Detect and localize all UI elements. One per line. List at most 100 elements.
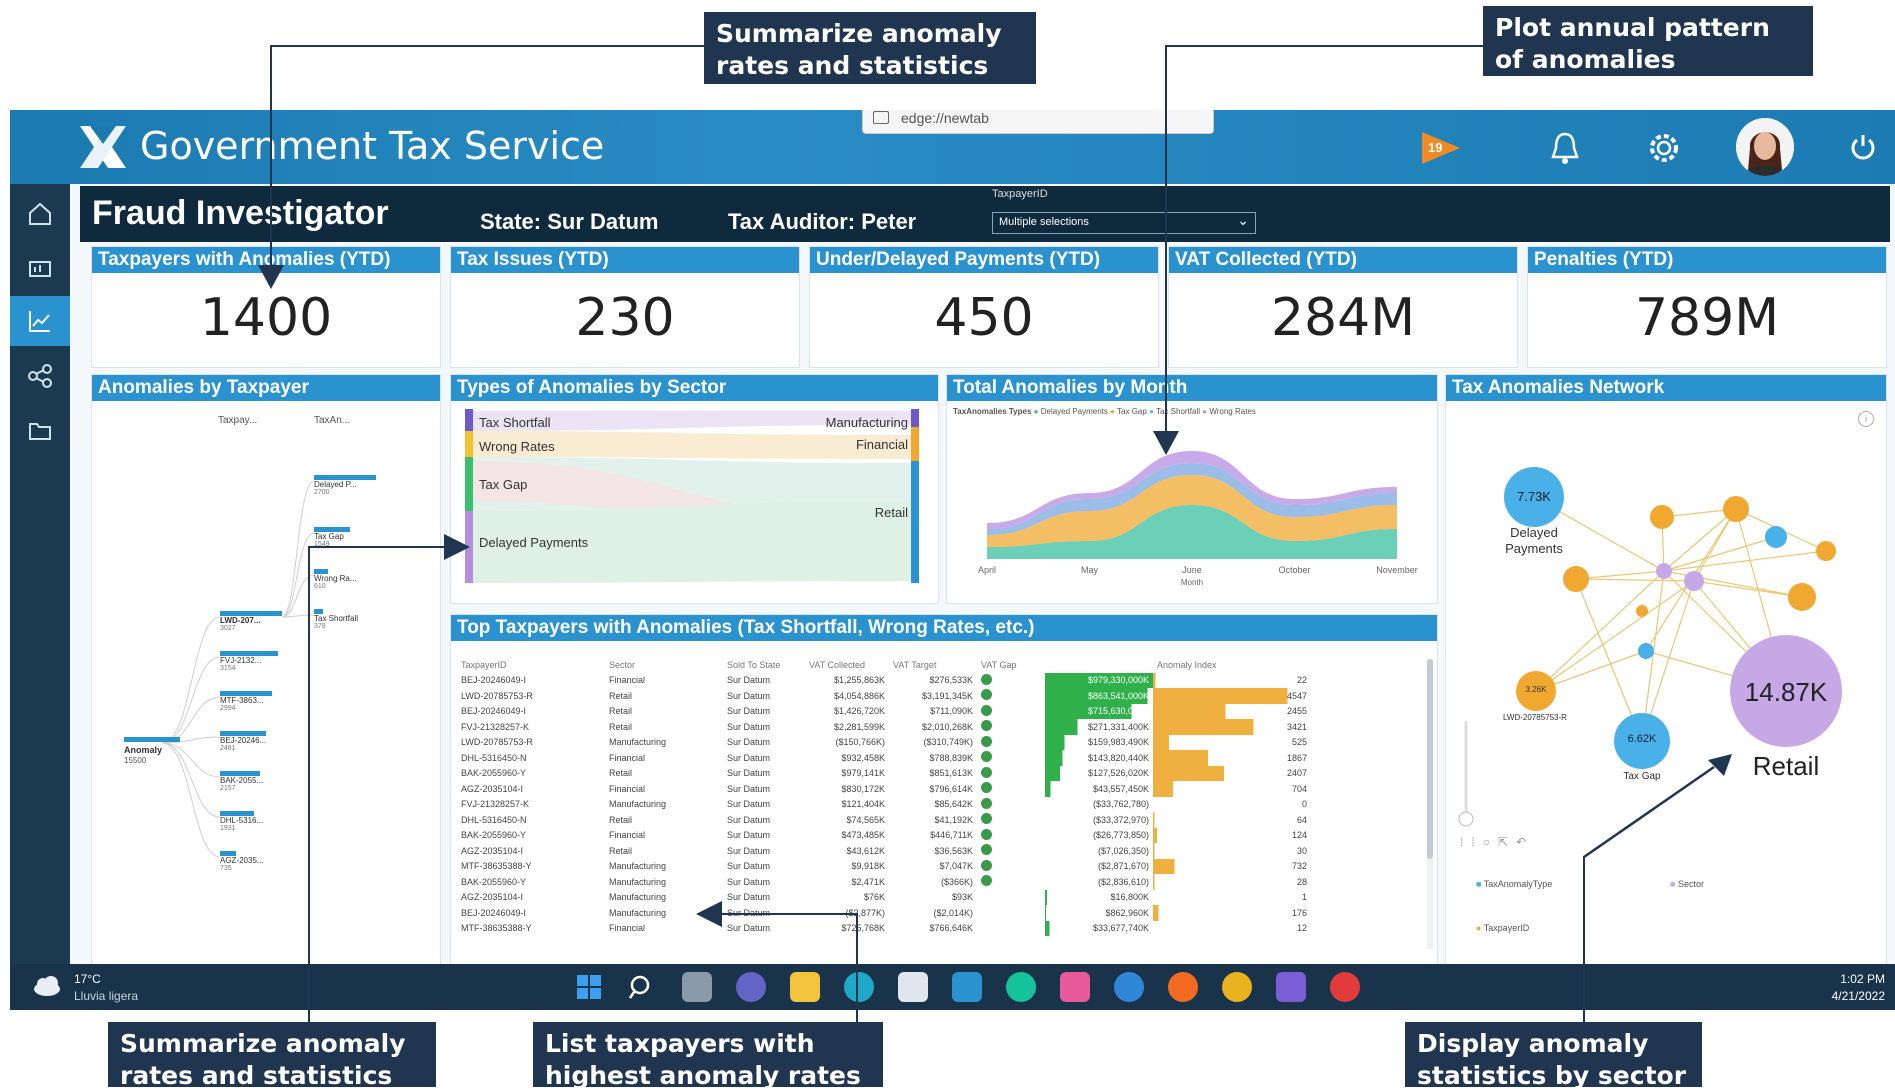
table-cell: $76K [863,892,885,903]
tree-type-node[interactable]: Tax Shortfall 378 [314,609,378,630]
col-header[interactable]: Anomaly Index [1153,657,1311,673]
tree-taxpayer-node[interactable]: LWD-207... 3027 [220,611,282,632]
col-header[interactable]: VAT Target [889,657,977,673]
kpi-tax-issues[interactable]: Tax Issues (YTD) 230 [450,246,800,368]
app-red-icon[interactable] [1330,972,1360,1002]
node-label: MTF-3863... [220,696,264,705]
table-scrollbar[interactable] [1427,659,1433,949]
table-row[interactable]: DHL-5316450-N Retail Sur Datum $74,565K $41,… [457,812,1311,828]
arrow-up-right-icon [1704,752,1734,787]
col-header[interactable]: Sector [605,657,723,673]
table-cell: Sur Datum [727,690,771,701]
x-tick-label: October [1278,565,1310,575]
tree-taxpayer-node[interactable]: BAK-2055... 2157 [220,771,282,792]
table-row[interactable]: AGZ-2035104-I Retail Sur Datum $43,612K $36,… [457,843,1311,859]
tree-type-node[interactable]: Tax Gap 1549 [314,527,378,548]
col-header[interactable] [1045,657,1153,673]
anomaly-index-cell: 2455 [1153,703,1311,719]
table-cell: $2,010,268K [921,721,973,732]
panel-types-by-sector[interactable]: Types of Anomalies by Sector Tax Shortfa… [450,374,939,604]
tree-taxpayer-node[interactable]: AGZ-2035... 735 [220,851,282,872]
report-icon[interactable] [22,250,58,286]
tree-taxpayer-node[interactable]: BEJ-20246... 2481 [220,731,282,752]
home-icon[interactable] [22,196,58,232]
tree-type-node[interactable]: Delayed P... 2700 [314,475,378,496]
table-row[interactable]: FVJ-21328257-K Retail Sur Datum $2,281,599K… [457,719,1311,735]
kpi-vat-collected[interactable]: VAT Collected (YTD) 284M [1168,246,1518,368]
tree-taxpayer-node[interactable]: FVJ-2132... 3154 [220,651,282,672]
teams-chat-icon[interactable] [736,972,766,1002]
table-row[interactable]: BAK-2055960-Y Retail Sur Datum $979,141K $85… [457,765,1311,781]
panel-anomalies-by-taxpayer[interactable]: Anomalies by Taxpayer Taxpay... TaxAn... [91,374,441,966]
table-row[interactable]: MTF-38635388-Y Financial Sur Datum $725,768… [457,920,1311,936]
nav-analytics-active[interactable] [10,296,70,346]
table-row[interactable]: AGZ-2035104-I Manufacturing Sur Datum $76K $… [457,889,1311,905]
col-header[interactable]: VAT Collected [805,657,889,673]
search-icon[interactable] [628,974,654,1000]
table-row[interactable]: LWD-20785753-R Manufacturing Sur Datum ($15… [457,734,1311,751]
panel-tax-anomalies-network[interactable]: Tax Anomalies Network i 7.73K Delayed Pa… [1445,374,1887,966]
tree-taxpayer-node[interactable]: MTF-3863... 2994 [220,691,282,712]
onedrive-icon[interactable] [1114,972,1144,1002]
table-cell: $93K [951,892,973,903]
table-cell: Sur Datum [727,814,771,825]
task-view-icon[interactable] [682,972,712,1002]
area-chart: April May June October November Month [978,451,1418,587]
undo-icon[interactable]: ↶ [1516,835,1534,849]
chrome-icon[interactable] [1222,972,1252,1002]
scrollbar-thumb[interactable] [1427,659,1433,859]
clock-date[interactable]: 4/21/2022 [1832,989,1885,1003]
col-header[interactable]: Sold To State [723,657,805,673]
panel-title: Total Anomalies by Month [947,375,1437,401]
col-header[interactable]: VAT Gap [977,657,1045,673]
firefox-icon[interactable] [1168,972,1198,1002]
table-cell: Manufacturing [609,876,667,887]
edge-icon[interactable] [844,972,874,1002]
avatar[interactable] [1736,118,1794,176]
kpi-under-delayed-payments[interactable]: Under/Delayed Payments (YTD) 450 [809,246,1159,368]
folder-icon[interactable] [22,412,58,448]
table-cell: ($2,014K) [933,907,973,918]
teams-icon[interactable] [1276,972,1306,1002]
tree-taxpayer-node[interactable]: DHL-5316... 1931 [220,811,282,832]
gear-icon[interactable] [1646,130,1682,166]
store-icon[interactable] [898,972,928,1002]
vat-gap-cell: $16,800K [1045,889,1153,905]
table-row[interactable]: AGZ-2035104-I Financial Sur Datum $830,172K… [457,781,1311,797]
table-row[interactable]: BAK-2055960-Y Financial Sur Datum $473,485K… [457,827,1311,843]
col-header[interactable]: TaxpayerID [457,657,605,673]
taxpayer-filter-dropdown[interactable]: Multiple selections ⌄ [992,212,1256,234]
photos-icon[interactable] [1060,972,1090,1002]
node-label: Tax Shortfall [314,614,359,623]
clock-time[interactable]: 1:02 PM [1840,972,1885,986]
start-icon[interactable] [576,974,602,1000]
table-row[interactable]: BEJ-20246049-IManufacturingSur Datum($2,… [457,905,1311,921]
grammarly-icon[interactable] [1006,972,1036,1002]
share-icon[interactable]: ⇱ [1498,835,1516,849]
vat-gap-status-icon [977,735,1045,751]
kpi-penalties[interactable]: Penalties (YTD) 789M [1527,246,1887,368]
bell-icon[interactable] [1548,130,1582,166]
weather-cloud-icon[interactable] [32,976,62,996]
tree-type-node[interactable]: Wrong Ra... 610 [314,569,378,590]
table-row[interactable]: BAK-2055960-Y Manufacturing Sur Datum $2,47… [457,874,1311,890]
kpi-value: 284M [1270,288,1416,348]
file-explorer-icon[interactable] [790,972,820,1002]
power-icon[interactable] [1848,132,1878,162]
browser-url-tab[interactable]: edge://newtab [862,110,1214,134]
panel-top-taxpayers[interactable]: Top Taxpayers with Anomalies (Tax Shortf… [450,614,1438,966]
table-row[interactable]: DHL-5316450-N Financial Sur Datum $932,458K… [457,750,1311,766]
network-icon[interactable] [22,358,58,394]
table-row[interactable]: LWD-20785753-R Retail Sur Datum $4,054,886K… [457,688,1311,704]
table-row[interactable]: BEJ-20246049-I Retail Sur Datum $1,426,720K… [457,703,1311,719]
panel-total-by-month[interactable]: Total Anomalies by Month TaxAnomalies Ty… [946,374,1438,604]
collapse-icon[interactable]: ⁞⁞ [1460,835,1483,849]
notification-flag-icon[interactable]: 19 [1420,128,1464,168]
table-cell: Sur Datum [727,721,771,732]
table-row[interactable]: BEJ-20246049-I Financial Sur Datum $1,255,8… [457,672,1311,688]
table-row[interactable]: MTF-38635388-Y Manufacturing Sur Datum $9,9… [457,858,1311,874]
app-active-icon[interactable] [952,972,982,1002]
table-row[interactable]: FVJ-21328257-K Manufacturing Sur Datum $121… [457,796,1311,812]
network-node-caption: LWD-20785753-R [1503,713,1567,722]
circle-icon[interactable]: ○ [1483,835,1498,849]
